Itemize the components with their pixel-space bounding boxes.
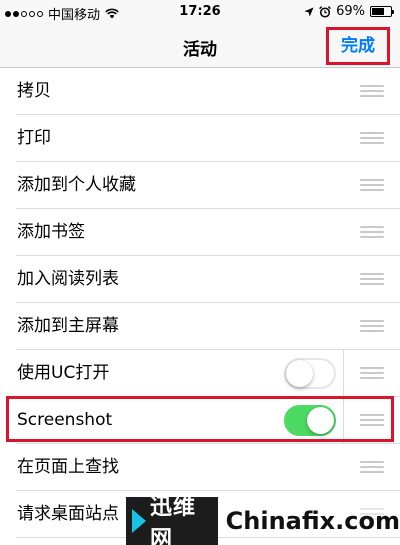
location-arrow-icon (304, 7, 314, 16)
list-item-uc-open: 使用UC打开 (0, 350, 400, 397)
watermark: 迅维网 Chinafix.com (126, 495, 400, 545)
reorder-handle-icon[interactable] (360, 273, 384, 285)
list-item[interactable]: 添加到主屏幕 (0, 303, 400, 350)
reorder-handle-icon[interactable] (360, 320, 384, 332)
list-item-label: 打印 (17, 128, 51, 148)
watermark-site: Chinafix.com (217, 507, 400, 535)
list-item-label: 使用UC打开 (17, 363, 110, 383)
row-divider (343, 350, 344, 397)
reorder-handle-icon[interactable] (360, 179, 384, 191)
battery-percent: 69% (336, 4, 365, 19)
battery-fill (372, 8, 384, 15)
screen: 中国移动 17:26 69% 活动 完成 拷贝 打印 添加到个人收藏 添加书签 … (0, 0, 400, 545)
list-item-label: 在页面上查找 (17, 457, 119, 477)
alarm-icon (319, 5, 331, 18)
chevron-right-icon (132, 509, 146, 533)
watermark-logo-text: 迅维网 (150, 495, 197, 545)
list-item[interactable]: 添加书签 (0, 209, 400, 256)
list-item-label: 请求桌面站点 (17, 504, 119, 524)
reorder-handle-icon[interactable] (360, 85, 384, 97)
list-item[interactable]: 拷贝 (0, 68, 400, 115)
list-item-label: 加入阅读列表 (17, 269, 119, 289)
toggle-knob (307, 407, 334, 434)
uc-open-toggle[interactable] (284, 358, 336, 389)
activity-list: 拷贝 打印 添加到个人收藏 添加书签 加入阅读列表 添加到主屏幕 使用UC打开 (0, 68, 400, 538)
list-item[interactable]: 添加到个人收藏 (0, 162, 400, 209)
reorder-handle-icon[interactable] (360, 132, 384, 144)
reorder-handle-icon[interactable] (360, 414, 384, 426)
status-right: 69% (304, 4, 394, 19)
status-bar: 中国移动 17:26 69% (0, 0, 400, 24)
battery-icon (370, 6, 394, 17)
list-item[interactable]: 打印 (0, 115, 400, 162)
list-item-label: 拷贝 (17, 81, 51, 101)
reorder-handle-icon[interactable] (360, 226, 384, 238)
watermark-logo: 迅维网 (126, 495, 218, 545)
list-item-label: 添加书签 (17, 222, 85, 242)
list-item-label: 添加到主屏幕 (17, 316, 119, 336)
list-item[interactable]: 在页面上查找 (0, 444, 400, 491)
done-button[interactable]: 完成 (326, 27, 390, 65)
list-item[interactable]: 加入阅读列表 (0, 256, 400, 303)
row-divider (343, 397, 344, 444)
reorder-handle-icon[interactable] (360, 367, 384, 379)
list-item-label: 添加到个人收藏 (17, 175, 136, 195)
reorder-handle-icon[interactable] (360, 461, 384, 473)
toggle-knob (286, 360, 313, 387)
screenshot-toggle[interactable] (284, 405, 336, 436)
list-item-screenshot: Screenshot (0, 397, 400, 444)
nav-bar: 活动 完成 (0, 24, 400, 68)
list-item-label: Screenshot (17, 410, 113, 430)
